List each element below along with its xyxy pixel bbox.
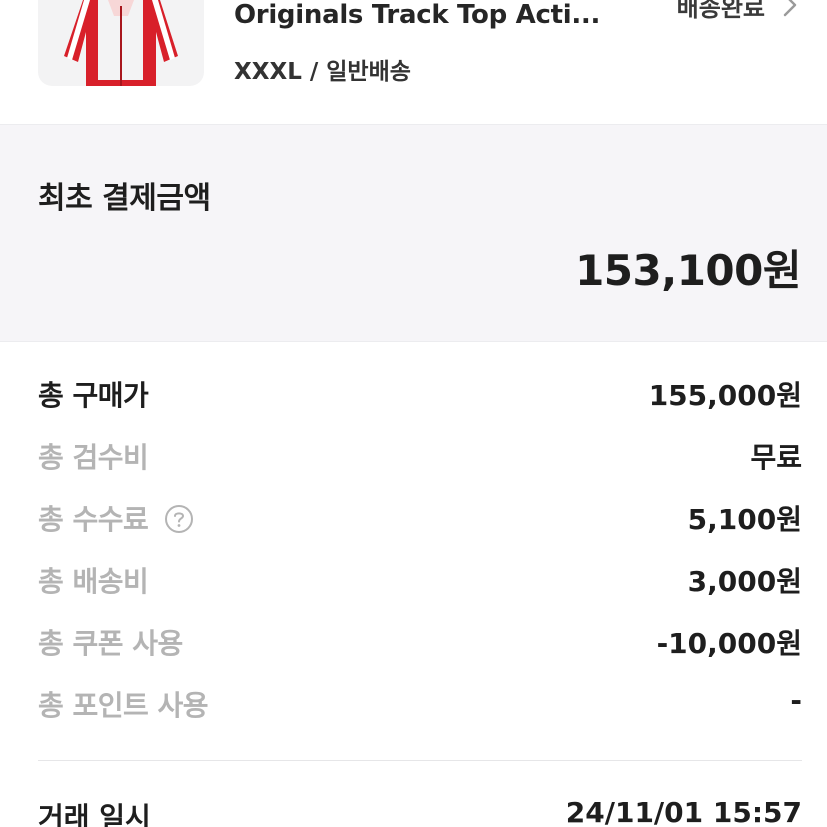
product-summary[interactable]: Originals Track Top Acti... XXXL / 일반배송 … [0, 0, 827, 124]
initial-payment-amount: 153,100원 [575, 246, 801, 295]
red-track-jacket-image [64, 0, 178, 86]
commission-value: 5,100원 [687, 503, 802, 536]
initial-payment-section: 최초 결제금액 153,100원 [0, 124, 827, 342]
shipping-fee-label: 총 배송비 [38, 565, 149, 598]
trade-datetime-value: 24/11/01 15:57 [565, 796, 802, 827]
coupon-value: -10,000원 [656, 627, 802, 660]
purchase-price-label: 총 구매가 [38, 379, 149, 412]
section-divider [38, 760, 802, 761]
coupon-label: 총 쿠폰 사용 [38, 627, 183, 660]
inspection-fee-value: 무료 [750, 441, 802, 474]
product-title[interactable]: Originals Track Top Acti... [234, 0, 600, 30]
points-label: 총 포인트 사용 [38, 689, 209, 722]
breakdown-row-coupon: 총 쿠폰 사용 -10,000원 [38, 614, 802, 676]
product-option: XXXL / 일반배송 [234, 59, 411, 85]
order-detail-page: Originals Track Top Acti... XXXL / 일반배송 … [0, 0, 827, 827]
price-breakdown: 총 구매가 155,000원 총 검수비 무료 총 수수료 5,100원 총 배… [38, 366, 802, 738]
breakdown-row-points: 총 포인트 사용 - [38, 676, 802, 738]
breakdown-row-commission: 총 수수료 5,100원 [38, 490, 802, 552]
breakdown-row-inspection: 총 검수비 무료 [38, 428, 802, 490]
inspection-fee-label: 총 검수비 [38, 441, 149, 474]
question-circle-icon[interactable] [164, 504, 194, 534]
purchase-price-value: 155,000원 [648, 379, 802, 412]
product-thumbnail[interactable] [38, 0, 204, 86]
breakdown-row-shipping: 총 배송비 3,000원 [38, 552, 802, 614]
delivery-status-link[interactable]: 배송완료 [677, 0, 765, 23]
points-value: - [790, 684, 802, 717]
trade-datetime-label: 거래 일시 [38, 801, 151, 827]
commission-label-wrap: 총 수수료 [38, 498, 194, 538]
commission-label: 총 수수료 [38, 503, 149, 536]
chevron-right-icon[interactable] [777, 0, 803, 18]
breakdown-row-purchase: 총 구매가 155,000원 [38, 366, 802, 428]
initial-payment-label: 최초 결제금액 [38, 181, 211, 216]
shipping-fee-value: 3,000원 [687, 565, 802, 598]
